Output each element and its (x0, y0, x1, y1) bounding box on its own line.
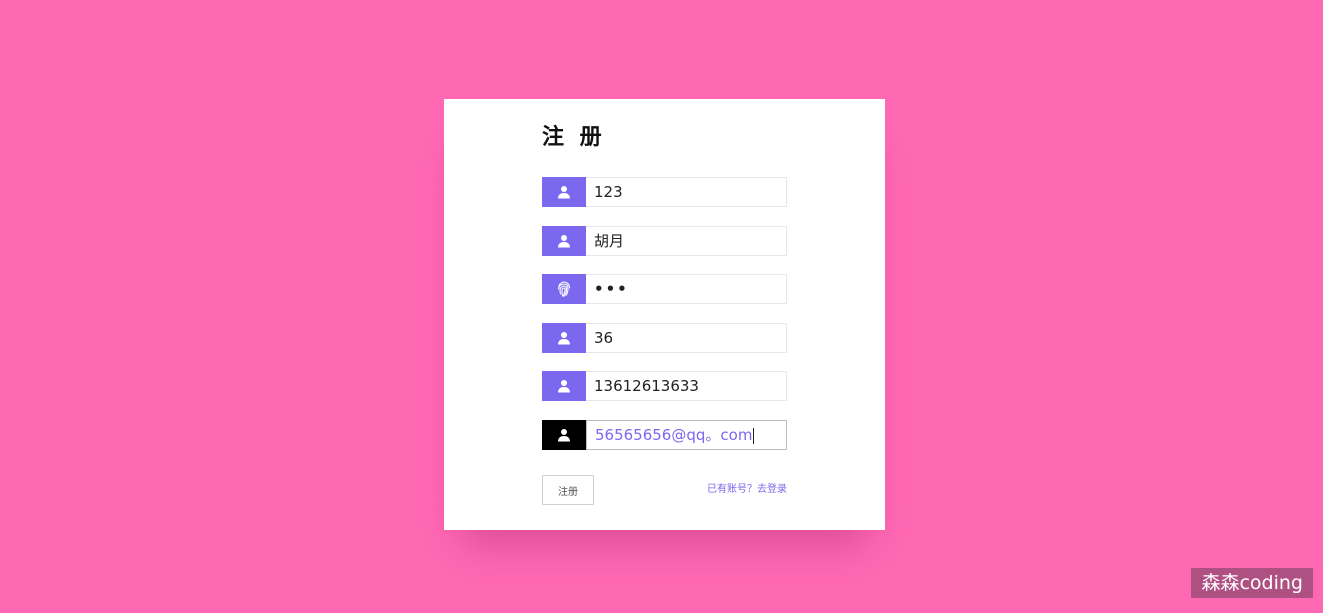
email-input[interactable]: 56565656@qq。com (586, 420, 787, 450)
name-input[interactable]: 胡月 (586, 226, 787, 256)
name-field: 胡月 (542, 226, 787, 256)
phone-field: 13612613633 (542, 371, 787, 401)
user-icon (542, 323, 586, 353)
text-caret (753, 427, 755, 444)
username-field: 123 (542, 177, 787, 207)
fingerprint-icon (542, 274, 586, 304)
go-login-link[interactable]: 已有账号？去登录 (707, 483, 787, 497)
user-icon (542, 371, 586, 401)
password-field: ••• (542, 274, 787, 304)
email-input-value: 56565656@qq。com (595, 426, 753, 444)
page-title: 注 册 (542, 125, 606, 150)
age-field: 36 (542, 323, 787, 353)
password-input[interactable]: ••• (586, 274, 787, 304)
page-background: 注 册 123 胡月 ••• 36 13612613633 56565656@q… (0, 0, 1323, 613)
email-field: 56565656@qq。com (542, 420, 787, 450)
user-icon (542, 420, 586, 450)
watermark: 森森coding (1191, 568, 1313, 598)
register-card: 注 册 123 胡月 ••• 36 13612613633 56565656@q… (444, 99, 885, 530)
phone-input[interactable]: 13612613633 (586, 371, 787, 401)
age-input[interactable]: 36 (586, 323, 787, 353)
user-icon (542, 177, 586, 207)
register-button[interactable]: 注册 (542, 475, 594, 505)
username-input[interactable]: 123 (586, 177, 787, 207)
user-icon (542, 226, 586, 256)
